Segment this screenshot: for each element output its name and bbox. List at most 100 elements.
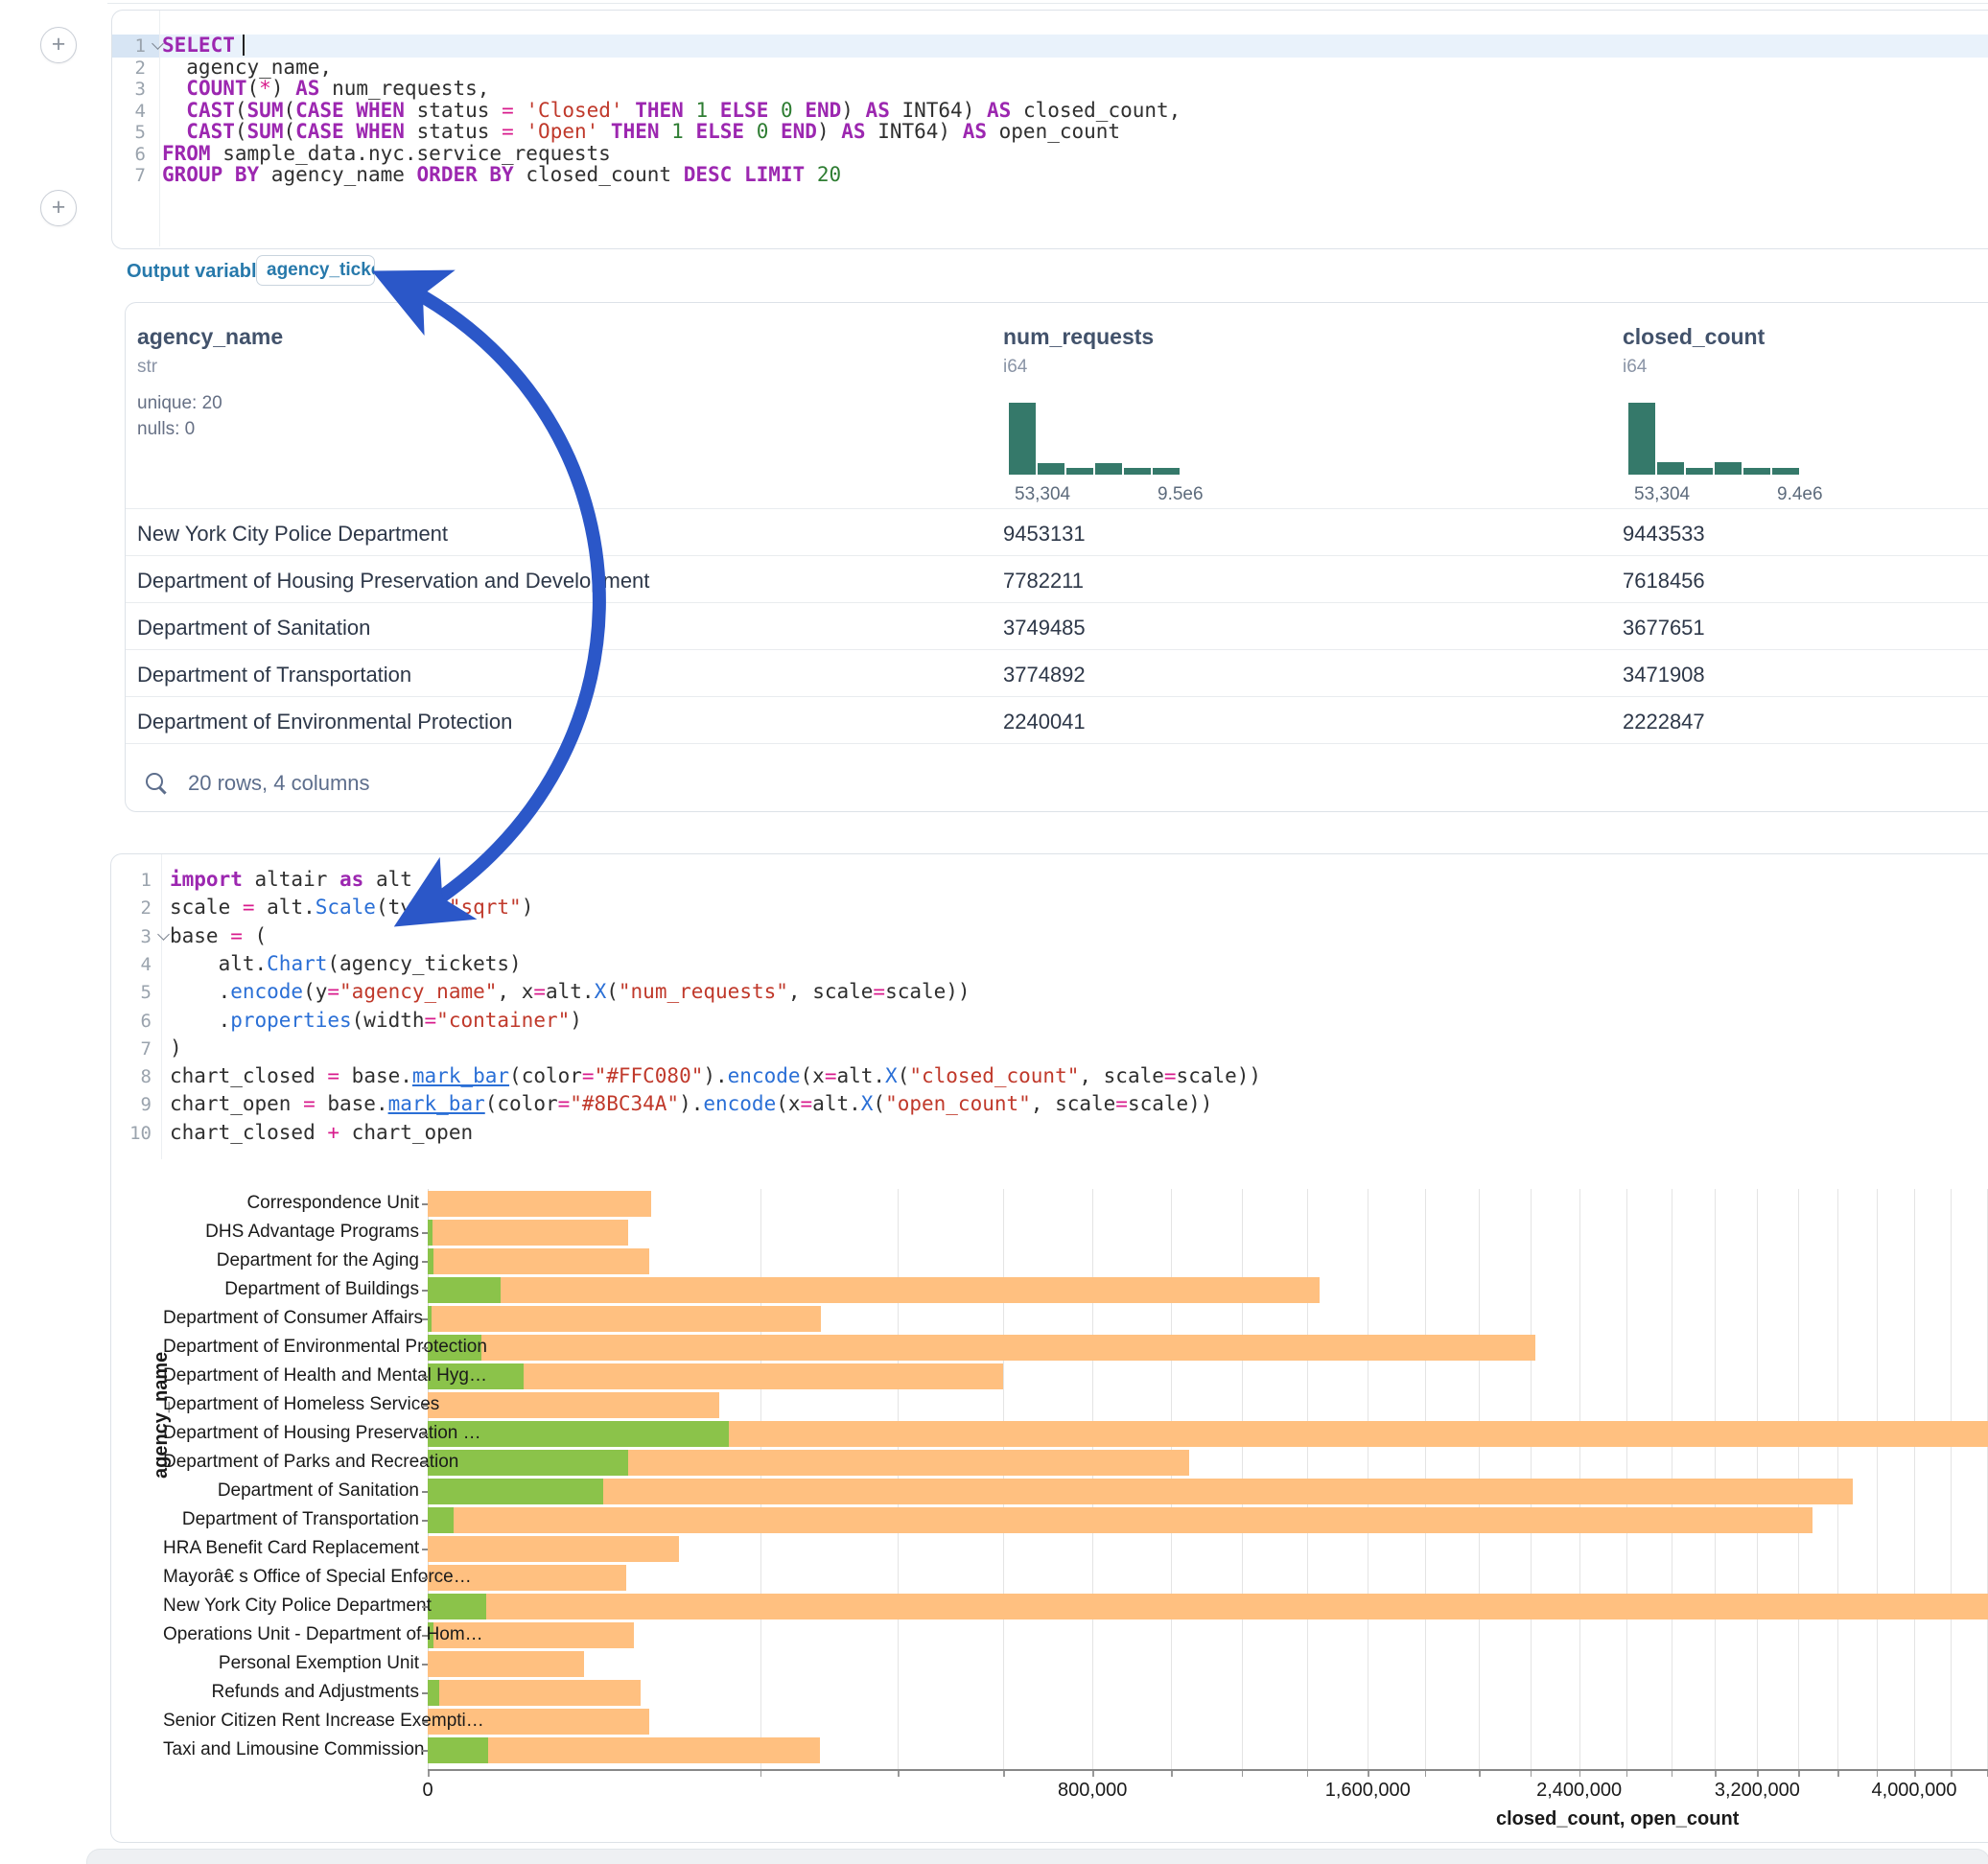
output-variable-pill[interactable]: agency_tickets (256, 255, 375, 286)
y-axis-tick (422, 1750, 428, 1752)
code-token: scale (170, 896, 243, 919)
bar-closed-count[interactable] (428, 1507, 1813, 1533)
bar-closed-count[interactable] (428, 1536, 679, 1562)
code-token: = (502, 99, 514, 122)
table-cell[interactable]: 3749485 (1003, 616, 1086, 641)
table-cell[interactable]: 9453131 (1003, 522, 1086, 547)
column-type: i64 (1623, 357, 1647, 378)
bar-closed-count[interactable] (428, 1680, 641, 1706)
bar-open-count[interactable] (428, 1277, 501, 1303)
bar-closed-count[interactable] (428, 1277, 1320, 1303)
x-axis-tick (1368, 1771, 1369, 1777)
add-cell-button-top[interactable]: + (40, 27, 77, 63)
bar-open-count[interactable] (428, 1306, 432, 1332)
column-header-agency_name[interactable]: agency_name (137, 324, 283, 350)
bar-closed-count[interactable] (428, 1306, 821, 1332)
column-stat: nulls: 0 (137, 419, 195, 440)
add-cell-button-middle[interactable]: + (40, 190, 77, 226)
code-token: (agency_tickets) (327, 952, 521, 975)
code-token: X (595, 980, 607, 1003)
code-token: * (259, 77, 271, 100)
output-variable-label: Output variable: (127, 261, 273, 283)
code-token: ORDER BY (417, 163, 514, 186)
code-token: END (805, 99, 841, 122)
line-number: 6 (88, 144, 146, 165)
bar-closed-count[interactable] (428, 1479, 1853, 1504)
code-line: .properties(width="container") (170, 1010, 582, 1032)
histogram-bar (1153, 468, 1180, 475)
bar-open-count[interactable] (428, 1220, 433, 1246)
code-token: CAST (186, 99, 235, 122)
column-header-num_requests[interactable]: num_requests (1003, 324, 1154, 350)
bar-closed-count[interactable] (428, 1220, 628, 1246)
code-token: alt. (255, 896, 316, 919)
code-token: INT64) (866, 120, 963, 143)
table-cell[interactable]: 2240041 (1003, 710, 1086, 734)
gridline (1877, 1189, 1878, 1769)
bar-closed-count[interactable] (428, 1191, 651, 1217)
table-cell[interactable]: 9443533 (1623, 522, 1705, 547)
table-cell[interactable]: 3471908 (1623, 663, 1705, 687)
histogram-max-label: 9.4e6 (1777, 484, 1823, 505)
code-token: = (436, 896, 449, 919)
code-token: ) (841, 99, 865, 122)
bar-open-count[interactable] (428, 1737, 488, 1763)
y-axis-label: Correspondence Unit (163, 1193, 419, 1214)
bar-open-count[interactable] (428, 1680, 439, 1706)
table-cell[interactable]: 3677651 (1623, 616, 1705, 641)
bar-open-count[interactable] (428, 1507, 454, 1533)
line-number: 10 (94, 1123, 152, 1144)
x-axis-line (428, 1769, 1988, 1771)
code-token: ( (235, 120, 247, 143)
table-cell[interactable]: New York City Police Department (137, 522, 448, 547)
table-cell[interactable]: 7618456 (1623, 569, 1705, 594)
code-token: = (230, 924, 243, 947)
x-axis-tick (1579, 1771, 1581, 1777)
line-number: 1 (88, 35, 146, 57)
table-cell[interactable]: Department of Environmental Protection (137, 710, 512, 734)
bar-closed-count[interactable] (428, 1594, 1988, 1619)
code-token (344, 120, 357, 143)
line-number: 8 (94, 1066, 152, 1087)
code-token: Scale (316, 896, 376, 919)
code-token: (color (485, 1092, 558, 1115)
y-axis-label: Personal Exemption Unit (163, 1653, 419, 1674)
bar-closed-count[interactable] (428, 1248, 649, 1274)
previous-cell-edge (107, 0, 1988, 4)
code-token: . (170, 1009, 230, 1032)
code-line: .encode(y="agency_name", x=alt.X("num_re… (170, 981, 971, 1003)
code-line: ) (170, 1037, 182, 1060)
table-cell[interactable]: Department of Sanitation (137, 616, 370, 641)
x-axis-tick (1307, 1771, 1309, 1777)
code-token (514, 99, 526, 122)
code-token: (type (376, 896, 436, 919)
code-token: alt. (836, 1064, 885, 1087)
line-number: 9 (94, 1094, 152, 1115)
code-token: (y (303, 980, 327, 1003)
code-token: open_count (987, 120, 1120, 143)
table-cell[interactable]: 3774892 (1003, 663, 1086, 687)
bar-open-count[interactable] (428, 1479, 603, 1504)
x-axis-tick (1877, 1771, 1879, 1777)
next-cell-collapsed[interactable] (86, 1849, 1988, 1864)
bar-closed-count[interactable] (428, 1392, 719, 1418)
bar-open-count[interactable] (428, 1248, 433, 1274)
code-token: ). (703, 1064, 727, 1087)
histogram-bar (1743, 468, 1770, 476)
table-cell[interactable]: 2222847 (1623, 710, 1705, 734)
table-cell[interactable]: Department of Transportation (137, 663, 411, 687)
bar-closed-count[interactable] (428, 1335, 1535, 1361)
code-token: AS (841, 120, 865, 143)
code-line: COUNT(*) AS num_requests, (162, 78, 489, 100)
column-header-closed_count[interactable]: closed_count (1623, 324, 1765, 350)
bar-open-count[interactable] (428, 1594, 486, 1619)
code-token: encode (728, 1064, 801, 1087)
code-token (684, 120, 696, 143)
code-token: 1 (695, 99, 708, 122)
table-cell[interactable]: 7782211 (1003, 569, 1084, 594)
code-token (708, 99, 720, 122)
table-cell[interactable]: Department of Housing Preservation and D… (137, 569, 649, 594)
x-axis-tick (1672, 1771, 1673, 1777)
code-token (514, 120, 526, 143)
bar-closed-count[interactable] (428, 1651, 584, 1677)
